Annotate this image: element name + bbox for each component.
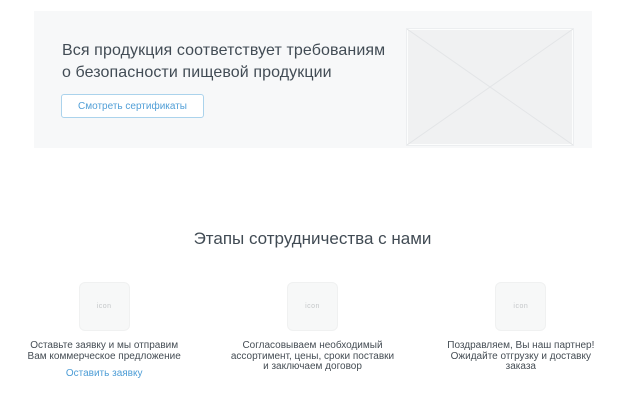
step-text-line: и заключаем договор xyxy=(231,362,394,373)
hero-title-line: Вся продукция соответствует требованиям xyxy=(62,40,385,62)
placeholder-cross-icon xyxy=(407,29,573,145)
steps-grid: icon Оставьте заявку и мы отправим Вам к… xyxy=(0,282,625,380)
leave-request-link[interactable]: Оставить заявку xyxy=(66,369,143,380)
step-icon-placeholder: icon xyxy=(79,282,130,331)
icon-placeholder-label: icon xyxy=(305,303,320,310)
step-text-line: Поздравляем, Вы наш партнер! xyxy=(447,341,594,352)
icon-placeholder-label: icon xyxy=(97,303,112,310)
step-text-line: заказа xyxy=(447,362,594,373)
step-text: Поздравляем, Вы наш партнер! Ожидайте от… xyxy=(447,341,594,373)
hero-title: Вся продукция соответствует требованиям … xyxy=(62,40,385,84)
step-text: Оставьте заявку и мы отправим Вам коммер… xyxy=(28,341,181,362)
step-text: Согласовываем необходимый ассортимент, ц… xyxy=(231,341,394,373)
step-item-request: icon Оставьте заявку и мы отправим Вам к… xyxy=(0,282,208,380)
hero-title-line: о безопасности пищевой продукции xyxy=(62,62,385,84)
step-text-line: Оставьте заявку и мы отправим xyxy=(28,341,181,352)
certificates-hero-panel: Вся продукция соответствует требованиям … xyxy=(34,11,592,148)
step-item-agreement: icon Согласовываем необходимый ассортиме… xyxy=(208,282,416,380)
icon-placeholder-label: icon xyxy=(513,303,528,310)
step-icon-placeholder: icon xyxy=(495,282,546,331)
step-text-line: Вам коммерческое предложение xyxy=(28,352,181,363)
step-text-line: Согласовываем необходимый xyxy=(231,341,394,352)
hero-image-placeholder xyxy=(406,28,574,146)
steps-section-title: Этапы сотрудничества с нами xyxy=(0,229,625,249)
step-item-partner: icon Поздравляем, Вы наш партнер! Ожидай… xyxy=(417,282,625,380)
view-certificates-button[interactable]: Смотреть сертификаты xyxy=(61,94,204,118)
step-icon-placeholder: icon xyxy=(287,282,338,331)
